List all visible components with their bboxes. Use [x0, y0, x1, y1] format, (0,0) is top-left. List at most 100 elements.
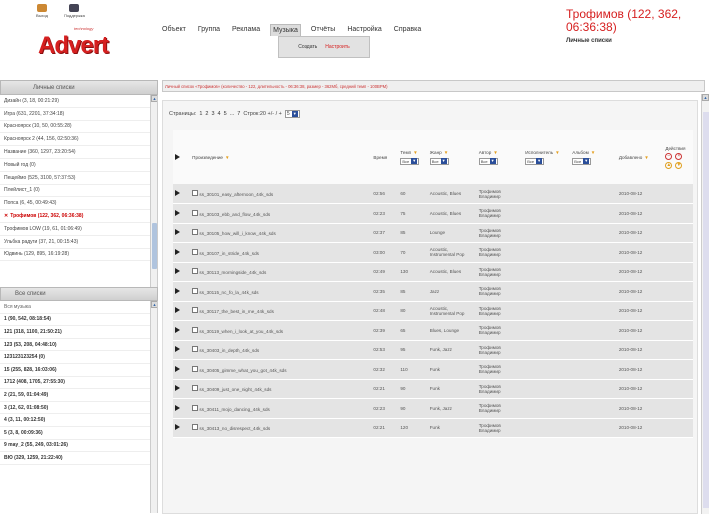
personal-list-item[interactable]: Трофимов LOW (19, 61, 01:06:49)	[0, 223, 157, 236]
personal-list-item[interactable]: Ульбка радуги (37, 21, 00:15:43)	[0, 236, 157, 249]
all-list-item[interactable]: ВЮ (329, 1259, 21:22:40)	[0, 452, 157, 465]
header-added[interactable]: Добавлено ▼	[616, 130, 664, 184]
row-checkbox[interactable]	[192, 248, 199, 255]
row-checkbox[interactable]	[192, 385, 199, 392]
main-scrollbar[interactable]: ▲	[701, 94, 709, 514]
header-artist[interactable]: Исполнитель ▼ Все ▼	[523, 130, 571, 184]
table-row[interactable]: ss_30107_in_stride_44k_sds 03:00 70 Acousti…	[173, 242, 693, 263]
table-row[interactable]: ss_30413_no_disrespect_44k_sds 02:21 120 Fu…	[173, 418, 693, 438]
play-icon[interactable]	[175, 190, 180, 196]
row-checkbox[interactable]	[192, 209, 199, 216]
table-row[interactable]: ss_30411_mojo_dancing_44k_sds 02:23 90 Funk…	[173, 398, 693, 419]
main-scroll-thumb[interactable]	[703, 112, 709, 508]
personal-list-item[interactable]: Попса (6, 45, 00:49:43)	[0, 197, 157, 211]
support-link[interactable]: Поддержка	[64, 4, 85, 18]
row-checkbox[interactable]	[192, 404, 199, 411]
row-checkbox[interactable]	[192, 287, 199, 294]
play-icon[interactable]	[175, 209, 180, 216]
all-list-item[interactable]: 5 (3, 8, 00:09:36)	[0, 427, 157, 440]
play-icon[interactable]	[175, 326, 180, 333]
table-row[interactable]: ss_30403_in_depth_44k_sds 02:53 95 Funk, Ja…	[173, 340, 693, 360]
scroll-up-icon[interactable]: ▲	[151, 301, 157, 308]
header-album[interactable]: Альбом ▼ Все ▼	[570, 130, 617, 184]
artist-filter[interactable]: Все ▼	[525, 157, 545, 165]
submenu-setup[interactable]: Настроить	[325, 44, 349, 50]
play-icon[interactable]	[175, 365, 180, 372]
submenu-create[interactable]: Создать	[298, 44, 317, 50]
all-list-item[interactable]: 123123123254 (0)	[0, 351, 157, 364]
personal-list-item[interactable]: Плейлист_1 (0)	[0, 185, 157, 198]
personal-list-item[interactable]: Красноярск (10, 50, 00:55:28)	[0, 121, 157, 134]
page-link[interactable]: ...	[230, 111, 235, 117]
menu-item[interactable]: Музыка	[270, 24, 301, 36]
help-link[interactable]: Выход	[36, 4, 48, 18]
table-row[interactable]: ss_30405_gimme_what_you_got_44k_sds 02:32…	[173, 359, 693, 380]
delete-all-icon[interactable]: ×	[675, 152, 683, 160]
all-list-item[interactable]: 1 (90, 542, 08:18:54)	[0, 314, 157, 327]
all-list-item[interactable]: 121 (318, 1100, 21:50:21)	[0, 326, 157, 339]
menu-item[interactable]: Группа	[196, 24, 222, 36]
scroll-up-icon[interactable]: ▲	[702, 94, 709, 101]
all-list-item[interactable]: 4 (3, 11, 00:12:50)	[0, 414, 157, 427]
scroll-up-icon[interactable]: ▲	[151, 95, 157, 102]
personal-list-item[interactable]: Красноярск 2 (44, 156, 02:50:36)	[0, 133, 157, 147]
page-link[interactable]: 3	[211, 111, 214, 117]
page-link[interactable]: 7	[237, 111, 240, 117]
all-list-item[interactable]: 9 may_2 (55, 249, 03:01:26)	[0, 440, 157, 453]
scroll-thumb[interactable]	[152, 223, 157, 269]
play-icon[interactable]	[175, 346, 180, 353]
genre-filter[interactable]: Все ▼	[429, 157, 449, 165]
menu-item[interactable]: Отчёты	[309, 24, 337, 36]
header-track[interactable]: Произведение ▼	[190, 130, 372, 184]
all-list-item[interactable]: 1712 (408, 1705, 27:55:30)	[0, 377, 157, 390]
row-checkbox[interactable]	[192, 190, 199, 196]
row-checkbox[interactable]	[192, 365, 199, 372]
table-row[interactable]: ss_30113_morningside_44k_sds 02:49 130 Acou…	[173, 262, 693, 282]
play-icon[interactable]	[175, 268, 180, 275]
play-all-icon[interactable]	[175, 153, 180, 160]
row-checkbox[interactable]	[192, 229, 199, 236]
personal-lists-header[interactable]: Личные списки	[0, 80, 158, 95]
table-row[interactable]: ss_30103_ebb_and_flow_44k_sds 02:23 75 Acou…	[173, 203, 693, 224]
tempo-filter[interactable]: Все ▼	[400, 157, 420, 165]
row-checkbox[interactable]	[192, 268, 199, 275]
table-row[interactable]: ss_30119_when_i_look_at_you_44k_sds 02:39…	[173, 320, 693, 341]
header-time[interactable]: Время	[371, 130, 399, 184]
row-checkbox[interactable]	[192, 346, 199, 353]
table-row[interactable]: ss_30115_nc_fo_la_44k_sds 02:35 85 Jazz Троф…	[173, 281, 693, 302]
move-down-icon[interactable]: ▼	[675, 161, 683, 169]
header-tempo[interactable]: Темп ▼ Все ▼	[398, 130, 428, 184]
page-link[interactable]: 1	[199, 111, 202, 117]
all-list-item[interactable]: 15 (255, 828, 16:03:06)	[0, 364, 157, 377]
header-genre[interactable]: Жанр ▼ Все ▼	[427, 130, 477, 184]
all-list-item[interactable]: 2 (21, 59, 01:04:49)	[0, 389, 157, 402]
personal-lists-scrollbar[interactable]: ▲	[150, 95, 157, 287]
table-row[interactable]: ss_30409_just_one_night_44k_sds 02:21 90 Fu…	[173, 379, 693, 399]
play-icon[interactable]	[175, 307, 180, 314]
play-icon[interactable]	[175, 287, 180, 294]
all-lists-header[interactable]: Все списки	[0, 287, 158, 301]
personal-list-item[interactable]: Пещеймо (525, 3100, 57:37:53)	[0, 172, 157, 185]
table-row[interactable]: ss_30105_how_will_i_know_44k_sds 02:37 85 L…	[173, 223, 693, 243]
personal-list-item[interactable]: Название (360, 1297, 23:20:54)	[0, 146, 157, 159]
page-link[interactable]: 4	[218, 111, 221, 117]
play-icon[interactable]	[175, 385, 180, 392]
row-checkbox[interactable]	[192, 326, 199, 333]
all-list-item[interactable]: 123 (53, 208, 04:48:10)	[0, 339, 157, 352]
album-filter[interactable]: Все ▼	[572, 157, 592, 165]
move-up-icon[interactable]: ▲	[665, 161, 673, 169]
row-checkbox[interactable]	[192, 307, 199, 314]
table-row[interactable]: ss_30117_the_best_in_me_44k_sds 02:48 80 Ac…	[173, 301, 693, 321]
play-icon[interactable]	[175, 248, 180, 255]
play-icon[interactable]	[175, 424, 180, 431]
menu-item[interactable]: Объект	[160, 24, 188, 36]
menu-item[interactable]: Справка	[392, 24, 423, 36]
table-row[interactable]: ss_30101_easy_afternoon_44k_sds 02:56 60 Ac…	[173, 184, 693, 204]
all-list-item[interactable]: 3 (12, 62, 01:08:50)	[0, 402, 157, 415]
all-lists-scrollbar[interactable]: ▲	[150, 301, 157, 513]
menu-item[interactable]: Реклама	[230, 24, 262, 36]
rows-select[interactable]: 5 ▼	[284, 110, 300, 118]
logo[interactable]: Advert	[38, 32, 109, 60]
page-link[interactable]: 2	[205, 111, 208, 117]
personal-list-item[interactable]: Дизайн (3, 18, 00:21:29)	[0, 95, 157, 108]
